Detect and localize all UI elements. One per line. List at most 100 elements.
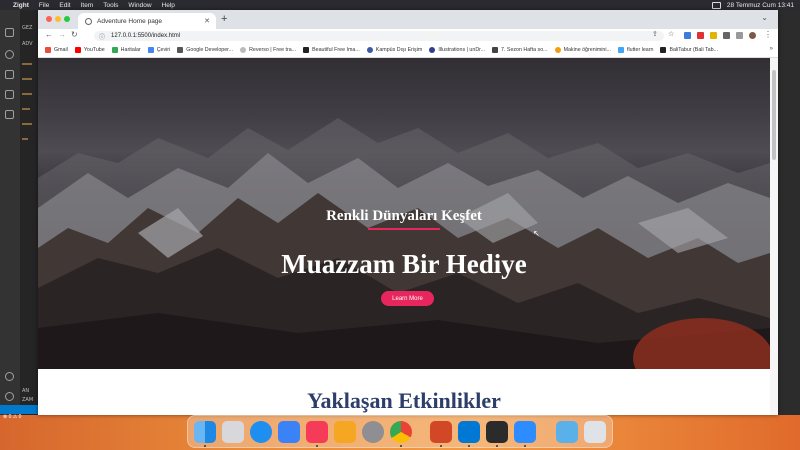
hero-subtitle: Renkli Dünyaları Keşfet xyxy=(326,208,482,224)
dock xyxy=(187,415,613,448)
running-indicator xyxy=(468,445,470,447)
vscode-status-bar: ⊗ 0 ⚠ 0 xyxy=(0,405,38,420)
profile-icon[interactable] xyxy=(749,32,756,39)
bookmarks-bar: Gmail YouTube Haritalar Çeviri Google De… xyxy=(38,43,778,58)
bookmark-youtube[interactable]: YouTube xyxy=(74,47,105,53)
source-control-icon[interactable] xyxy=(5,70,14,79)
sidebar-icon[interactable] xyxy=(736,32,743,39)
share-icon[interactable]: ⇪ xyxy=(652,30,658,38)
folder-icon[interactable] xyxy=(556,421,578,443)
balitabur-icon xyxy=(660,47,667,53)
tab-favicon-icon xyxy=(85,17,92,25)
hero-title: Muazzam Bir Hediye xyxy=(281,249,527,279)
zoom-icon[interactable] xyxy=(514,421,536,443)
menu-item-help[interactable]: Help xyxy=(162,2,175,9)
explorer-icon[interactable] xyxy=(5,28,14,37)
finder-icon[interactable] xyxy=(194,421,216,443)
vscode-file-line xyxy=(22,93,32,95)
bookmark-sezon[interactable]: 7. Sezon Hafta so... xyxy=(492,47,548,53)
mail-icon[interactable] xyxy=(278,421,300,443)
vscode-file-line xyxy=(22,63,32,65)
bookmark-google-developer[interactable]: Google Developer... xyxy=(177,47,233,53)
bookmark-balitabur[interactable]: BaliTabur (Bali Tab... xyxy=(660,47,718,53)
bookmark-gmail[interactable]: Gmail xyxy=(45,47,68,53)
vscode-icon[interactable] xyxy=(458,421,480,443)
url-field[interactable]: ⓘ 127.0.0.1:5500/index.html xyxy=(94,31,664,41)
reload-icon[interactable]: ↻ xyxy=(71,30,78,39)
trash-icon[interactable] xyxy=(584,421,606,443)
vscode-label-zam: ZAM xyxy=(22,397,34,403)
bookmark-makine[interactable]: Makine öğrenimini... xyxy=(554,47,611,53)
mouse-cursor-icon: ↖ xyxy=(533,229,540,238)
upcoming-events-title: Yaklaşan Etkinlikler xyxy=(307,388,501,413)
settings-icon[interactable] xyxy=(362,421,384,443)
minimize-window-button[interactable] xyxy=(55,16,61,22)
menu-item-file[interactable]: File xyxy=(39,2,49,9)
background-window-edge xyxy=(778,10,800,415)
bookmark-flutter[interactable]: flutter learn xyxy=(617,47,653,53)
bookmark-label: BaliTabur (Bali Tab... xyxy=(669,47,718,53)
vscode-status-text[interactable]: ⊗ 0 ⚠ 0 xyxy=(3,414,21,420)
tab-close-icon[interactable]: ✕ xyxy=(204,17,210,25)
star-icon[interactable]: ☆ xyxy=(668,30,674,38)
maximize-window-button[interactable] xyxy=(64,16,70,22)
new-tab-button[interactable]: + xyxy=(221,13,227,25)
bookmark-label: Kampüs Dışı Erişim xyxy=(375,47,423,53)
forward-icon[interactable]: → xyxy=(58,30,66,39)
vscode-label-adv: ADV xyxy=(22,41,33,47)
menu-item-window[interactable]: Window xyxy=(128,2,151,9)
manage-gear-icon[interactable] xyxy=(5,392,14,401)
youtube-icon xyxy=(74,47,81,53)
chrome-icon[interactable] xyxy=(390,421,412,443)
menubar-datetime[interactable]: 28 Temmuz Cum 13:41 xyxy=(727,2,794,9)
extension-icon[interactable] xyxy=(710,32,717,39)
tab-bar: Adventure Home page ✕ + ⌄ xyxy=(38,10,778,29)
bookmark-label: Illustrations | unDr... xyxy=(438,47,486,53)
menu-bar: Zight File Edit Item Tools Window Help 2… xyxy=(0,0,800,10)
bookmark-illustrations[interactable]: Illustrations | unDr... xyxy=(429,47,485,53)
search-icon[interactable] xyxy=(5,50,14,59)
bookmark-label: YouTube xyxy=(83,47,105,53)
bookmark-haritalar[interactable]: Haritalar xyxy=(111,47,141,53)
safari-icon[interactable] xyxy=(250,421,272,443)
launchpad-icon[interactable] xyxy=(222,421,244,443)
battery-icon[interactable] xyxy=(711,1,721,9)
bookmark-label: Beautiful Free Ima... xyxy=(312,47,360,53)
tab-adventure-home[interactable]: Adventure Home page ✕ xyxy=(78,13,216,29)
bookmark-label: 7. Sezon Hafta so... xyxy=(501,47,548,53)
hero-divider xyxy=(368,228,440,230)
puzzle-extension-icon[interactable] xyxy=(723,32,730,39)
close-window-button[interactable] xyxy=(46,16,52,22)
page-scrollbar-thumb[interactable] xyxy=(772,70,776,160)
pdf-extension-icon[interactable] xyxy=(697,32,704,39)
menu-app-name[interactable]: Zight xyxy=(13,2,29,9)
menu-item-edit[interactable]: Edit xyxy=(59,2,70,9)
code-icon xyxy=(177,47,184,53)
account-icon[interactable] xyxy=(5,372,14,381)
translate-extension-icon[interactable] xyxy=(684,32,691,39)
menu-item-tools[interactable]: Tools xyxy=(103,2,118,9)
bookmark-label: Haritalar xyxy=(120,47,141,53)
flutter-icon xyxy=(617,47,624,53)
powerpoint-icon[interactable] xyxy=(430,421,452,443)
zight-icon[interactable] xyxy=(486,421,508,443)
bookmark-reverso[interactable]: Reverso | Free tra... xyxy=(240,47,296,53)
menu-kebab-icon[interactable]: ⋮ xyxy=(764,30,772,39)
bookmark-ceviri[interactable]: Çeviri xyxy=(147,47,170,53)
music-icon[interactable] xyxy=(306,421,328,443)
run-debug-icon[interactable] xyxy=(5,90,14,99)
pages-icon[interactable] xyxy=(334,421,356,443)
bookmark-beautiful-free-images[interactable]: Beautiful Free Ima... xyxy=(303,47,360,53)
bookmarks-more-icon[interactable]: » xyxy=(770,46,773,52)
vscode-label-gez: GEZ xyxy=(22,25,33,31)
menu-item-item[interactable]: Item xyxy=(81,2,94,9)
bookmark-label: Gmail xyxy=(54,47,68,53)
learn-more-button[interactable]: Learn More xyxy=(381,291,434,306)
extensions-icon[interactable] xyxy=(5,110,14,119)
vscode-file-line xyxy=(22,78,32,80)
back-icon[interactable]: ← xyxy=(45,30,53,39)
lock-icon[interactable]: ⓘ xyxy=(99,32,105,41)
undraw-icon xyxy=(429,47,436,53)
tab-search-chevron-icon[interactable]: ⌄ xyxy=(761,13,768,22)
bookmark-kampus[interactable]: Kampüs Dışı Erişim xyxy=(366,47,423,53)
